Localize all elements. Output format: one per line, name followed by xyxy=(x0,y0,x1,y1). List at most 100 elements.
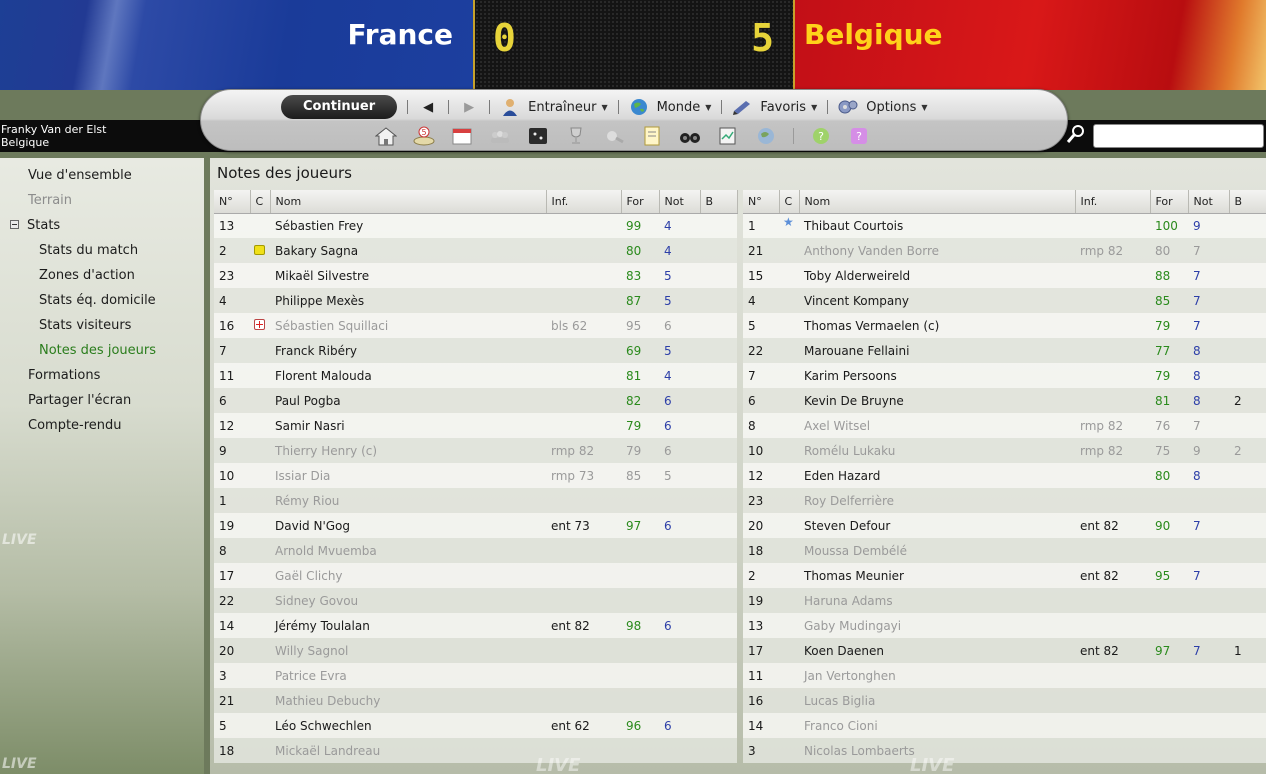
player-row[interactable]: 21 Anthony Vanden Borre rmp 82 80 7 xyxy=(743,238,1266,263)
sidebar-item-stats-match[interactable]: Stats du match xyxy=(0,238,204,263)
player-row[interactable]: 18 Moussa Dembélé xyxy=(743,538,1266,563)
player-row[interactable]: 20 Steven Defour ent 82 90 7 xyxy=(743,513,1266,538)
player-row[interactable]: 23 Mikaël Silvestre 83 5 xyxy=(214,263,737,288)
player-name[interactable]: Florent Malouda xyxy=(270,363,546,388)
player-row[interactable]: 10 Issiar Dia rmp 73 85 5 xyxy=(214,463,737,488)
player-row[interactable]: 8 Arnold Mvuemba xyxy=(214,538,737,563)
player-name[interactable]: Rémy Riou xyxy=(270,488,546,513)
player-row[interactable]: 14 Franco Cioni xyxy=(743,713,1266,738)
player-name[interactable]: Vincent Kompany xyxy=(799,288,1075,313)
trophy-icon[interactable] xyxy=(565,126,587,146)
away-team-banner[interactable]: Belgique xyxy=(795,0,1266,90)
forward-arrow-icon[interactable]: ▶ xyxy=(459,100,479,115)
player-name[interactable]: Sébastien Frey xyxy=(270,213,546,238)
player-row[interactable]: 2 Bakary Sagna 80 4 xyxy=(214,238,737,263)
player-row[interactable]: 12 Samir Nasri 79 6 xyxy=(214,413,737,438)
menu-favoris[interactable]: Favoris ▼ xyxy=(732,98,817,116)
player-row[interactable]: 4 Vincent Kompany 85 7 xyxy=(743,288,1266,313)
player-row[interactable]: 17 Gaël Clichy xyxy=(214,563,737,588)
menu-monde[interactable]: Monde ▼ xyxy=(629,98,711,116)
player-name[interactable]: Karim Persoons xyxy=(799,363,1075,388)
player-name[interactable]: Willy Sagnol xyxy=(270,638,546,663)
player-name[interactable]: Axel Witsel xyxy=(799,413,1075,438)
manager-country[interactable]: Belgique xyxy=(1,136,49,149)
collapse-icon[interactable] xyxy=(10,220,19,229)
player-row[interactable]: 14 Jérémy Toulalan ent 82 98 6 xyxy=(214,613,737,638)
player-name[interactable]: Samir Nasri xyxy=(270,413,546,438)
player-row[interactable]: 16 Lucas Biglia xyxy=(743,688,1266,713)
player-row[interactable]: 18 Mickaël Landreau xyxy=(214,738,737,763)
column-header-b[interactable]: B xyxy=(1229,190,1266,214)
column-header-nom[interactable]: Nom xyxy=(270,190,547,214)
player-row[interactable]: 23 Roy Delferrière xyxy=(743,488,1266,513)
column-header-c[interactable]: C xyxy=(779,190,800,214)
player-row[interactable]: 19 Haruna Adams xyxy=(743,588,1266,613)
inbox-icon[interactable]: 5 xyxy=(413,126,435,146)
player-row[interactable]: 6 Paul Pogba 82 6 xyxy=(214,388,737,413)
sidebar-item-stats-domicile[interactable]: Stats éq. domicile xyxy=(0,288,204,313)
sidebar-item-notes-joueurs[interactable]: Notes des joueurs xyxy=(0,338,204,363)
column-header-num[interactable]: N° xyxy=(214,190,251,214)
player-name[interactable]: Thomas Vermaelen (c) xyxy=(799,313,1075,338)
home-icon[interactable] xyxy=(374,126,398,146)
player-row[interactable]: 3 Patrice Evra xyxy=(214,663,737,688)
world-icon[interactable] xyxy=(755,126,777,146)
column-header-nom[interactable]: Nom xyxy=(799,190,1076,214)
tips-icon[interactable]: ? xyxy=(848,126,870,146)
player-name[interactable]: Gaby Mudingayi xyxy=(799,613,1075,638)
player-name[interactable]: Haruna Adams xyxy=(799,588,1075,613)
player-name[interactable]: Patrice Evra xyxy=(270,663,546,688)
player-row[interactable]: 22 Marouane Fellaini 77 8 xyxy=(743,338,1266,363)
player-name[interactable]: Kevin De Bruyne xyxy=(799,388,1075,413)
player-row[interactable]: 2 Thomas Meunier ent 82 95 7 xyxy=(743,563,1266,588)
scouting-icon[interactable] xyxy=(603,126,625,146)
player-row[interactable]: 11 Jan Vertonghen xyxy=(743,663,1266,688)
player-row[interactable]: 8 Axel Witsel rmp 82 76 7 xyxy=(743,413,1266,438)
player-name[interactable]: Issiar Dia xyxy=(270,463,546,488)
player-row[interactable]: 13 Gaby Mudingayi xyxy=(743,613,1266,638)
sidebar-item-vue-ensemble[interactable]: Vue d'ensemble xyxy=(0,163,204,188)
player-name[interactable]: Mathieu Debuchy xyxy=(270,688,546,713)
sidebar-item-compte-rendu[interactable]: Compte-rendu xyxy=(0,413,204,438)
player-name[interactable]: Jan Vertonghen xyxy=(799,663,1075,688)
player-row[interactable]: 11 Florent Malouda 81 4 xyxy=(214,363,737,388)
player-name[interactable]: Toby Alderweireld xyxy=(799,263,1075,288)
player-name[interactable]: Paul Pogba xyxy=(270,388,546,413)
player-row[interactable]: 6 Kevin De Bruyne 81 8 2 xyxy=(743,388,1266,413)
player-name[interactable]: Mickaël Landreau xyxy=(270,738,546,763)
binoculars-icon[interactable] xyxy=(679,126,701,146)
notes-icon[interactable] xyxy=(641,126,663,146)
sidebar-item-formations[interactable]: Formations xyxy=(0,363,204,388)
sidebar-item-partager-ecran[interactable]: Partager l'écran xyxy=(0,388,204,413)
column-header-c[interactable]: C xyxy=(250,190,271,214)
sidebar-item-zones-action[interactable]: Zones d'action xyxy=(0,263,204,288)
player-name[interactable]: Thierry Henry (c) xyxy=(270,438,546,463)
search-input[interactable] xyxy=(1093,124,1264,148)
column-header-inf[interactable]: Inf. xyxy=(546,190,622,214)
manager-name[interactable]: Franky Van der Elst xyxy=(1,123,106,136)
player-row[interactable]: 9 Thierry Henry (c) rmp 82 79 6 xyxy=(214,438,737,463)
continue-button[interactable]: Continuer xyxy=(281,95,398,119)
tactics-icon[interactable] xyxy=(527,126,549,146)
player-row[interactable]: 7 Franck Ribéry 69 5 xyxy=(214,338,737,363)
sidebar-item-stats[interactable]: Stats xyxy=(0,213,204,238)
player-row[interactable]: 10 Romélu Lukaku rmp 82 75 9 2 xyxy=(743,438,1266,463)
search-icon[interactable] xyxy=(1066,124,1086,144)
player-name[interactable]: Romélu Lukaku xyxy=(799,438,1075,463)
column-header-not[interactable]: Not xyxy=(1188,190,1230,214)
player-row[interactable]: 20 Willy Sagnol xyxy=(214,638,737,663)
back-arrow-icon[interactable]: ◀ xyxy=(418,100,438,115)
sidebar-item-stats-visiteurs[interactable]: Stats visiteurs xyxy=(0,313,204,338)
menu-options[interactable]: Options ▼ xyxy=(838,98,928,116)
player-name[interactable]: Moussa Dembélé xyxy=(799,538,1075,563)
player-name[interactable]: Koen Daenen xyxy=(799,638,1075,663)
player-name[interactable]: Philippe Mexès xyxy=(270,288,546,313)
column-header-inf[interactable]: Inf. xyxy=(1075,190,1151,214)
player-name[interactable]: Léo Schwechlen xyxy=(270,713,546,738)
calendar-icon[interactable] xyxy=(451,126,473,146)
player-row[interactable]: 5 Léo Schwechlen ent 62 96 6 xyxy=(214,713,737,738)
menu-entraineur[interactable]: Entraîneur ▼ xyxy=(500,98,608,116)
player-row[interactable]: 4 Philippe Mexès 87 5 xyxy=(214,288,737,313)
player-row[interactable]: 15 Toby Alderweireld 88 7 xyxy=(743,263,1266,288)
player-row[interactable]: 19 David N'Gog ent 73 97 6 xyxy=(214,513,737,538)
